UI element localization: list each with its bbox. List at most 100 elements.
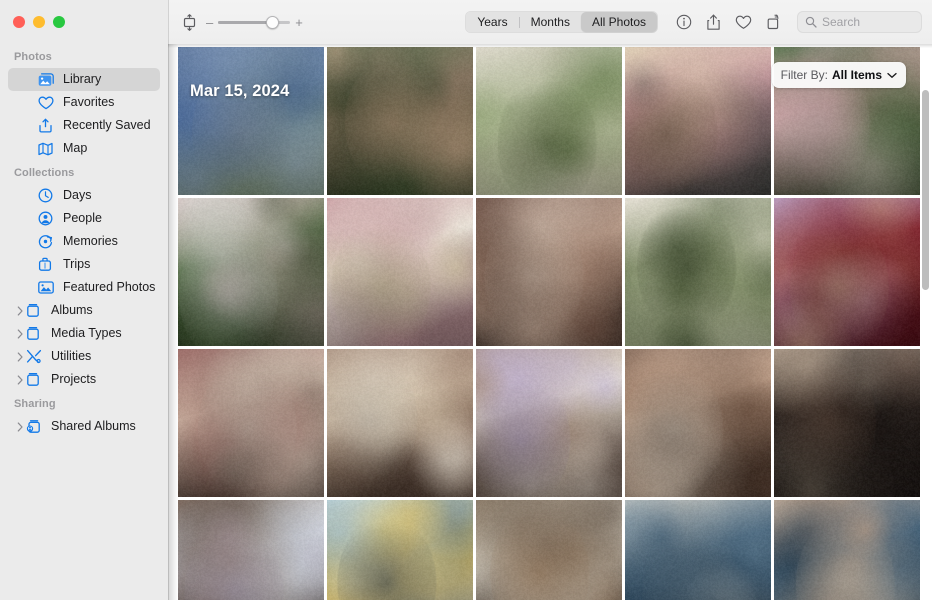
- sidebar-item-media-types[interactable]: Media Types: [8, 322, 160, 345]
- chevron-right-icon[interactable]: [14, 306, 26, 316]
- photo-thumbnail[interactable]: [327, 349, 473, 497]
- vertical-scrollbar[interactable]: [922, 90, 930, 290]
- sidebar-item-favorites[interactable]: Favorites: [8, 91, 160, 114]
- info-icon[interactable]: [676, 14, 692, 30]
- photo-thumbnail[interactable]: [476, 47, 622, 195]
- photo-image: [625, 349, 771, 497]
- photo-image: [327, 349, 473, 497]
- sidebar-item-label: Media Types: [51, 327, 122, 340]
- minimize-button[interactable]: [33, 16, 45, 28]
- sidebar-list: Shared Albums: [0, 415, 168, 438]
- tab-years[interactable]: Years: [466, 12, 518, 32]
- chevron-right-icon[interactable]: [14, 375, 26, 385]
- sidebar-item-label: Albums: [51, 304, 93, 317]
- photo-thumbnail[interactable]: [476, 500, 622, 600]
- photo-thumbnail[interactable]: [327, 47, 473, 195]
- sidebar-item-label: People: [63, 212, 102, 225]
- photo-image: [625, 500, 771, 600]
- toolbar: – + Years Months All Photos Search: [168, 0, 932, 44]
- photo-image: [625, 47, 771, 195]
- photo-image: [625, 198, 771, 346]
- photo-thumbnail[interactable]: [774, 198, 920, 346]
- photo-thumbnail[interactable]: [178, 198, 324, 346]
- sidebar-item-label: Utilities: [51, 350, 91, 363]
- sidebar-item-label: Trips: [63, 258, 90, 271]
- sidebar-item-recently-saved[interactable]: Recently Saved: [8, 114, 160, 137]
- photo-image: [476, 47, 622, 195]
- photo-thumbnail[interactable]: [625, 500, 771, 600]
- sidebar-item-people[interactable]: People: [8, 207, 160, 230]
- rotate-icon[interactable]: [766, 14, 781, 30]
- photo-grid-container[interactable]: Mar 15, 2024 Filter By: All Items: [168, 44, 932, 600]
- photo-image: [476, 349, 622, 497]
- maximize-button[interactable]: [53, 16, 65, 28]
- memories-icon: [38, 234, 58, 249]
- photo-thumbnail[interactable]: [476, 198, 622, 346]
- chevron-down-icon[interactable]: [887, 72, 897, 79]
- chevron-right-icon[interactable]: [14, 422, 26, 432]
- zoom-slider[interactable]: – +: [206, 16, 303, 29]
- zoom-slider-thumb[interactable]: [266, 16, 279, 29]
- search-field[interactable]: Search: [797, 11, 922, 33]
- share-icon[interactable]: [706, 14, 721, 31]
- map-icon: [38, 142, 58, 156]
- view-mode-segmented-control[interactable]: Years Months All Photos: [465, 11, 658, 33]
- filter-by-dropdown[interactable]: Filter By: All Items: [772, 62, 906, 88]
- photo-thumbnail[interactable]: [625, 349, 771, 497]
- photos-app-window: Photos Library Favorites Recently Saved …: [0, 0, 932, 600]
- photo-thumbnail[interactable]: [327, 500, 473, 600]
- photo-grid: [168, 44, 932, 600]
- photo-thumbnail[interactable]: [178, 500, 324, 600]
- main-area: – + Years Months All Photos Search Mar 1…: [168, 0, 932, 600]
- sidebar-item-albums[interactable]: Albums: [8, 299, 160, 322]
- photo-image: [774, 198, 920, 346]
- sidebar-item-memories[interactable]: Memories: [8, 230, 160, 253]
- suitcase-icon: [38, 257, 58, 272]
- sidebar-sections: Photos Library Favorites Recently Saved …: [0, 44, 168, 438]
- sidebar-item-label: Projects: [51, 373, 96, 386]
- sidebar: Photos Library Favorites Recently Saved …: [0, 0, 168, 600]
- photo-thumbnail[interactable]: [178, 47, 324, 195]
- sidebar-item-trips[interactable]: Trips: [8, 253, 160, 276]
- sidebar-item-shared-albums[interactable]: Shared Albums: [8, 415, 160, 438]
- photo-thumbnail[interactable]: [625, 198, 771, 346]
- zoom-in-label[interactable]: +: [295, 16, 303, 29]
- close-button[interactable]: [13, 16, 25, 28]
- sidebar-item-label: Favorites: [63, 96, 114, 109]
- sidebar-item-label: Memories: [63, 235, 118, 248]
- sidebar-item-label: Days: [63, 189, 91, 202]
- sidebar-item-projects[interactable]: Projects: [8, 368, 160, 391]
- photo-thumbnail[interactable]: [625, 47, 771, 195]
- tab-months[interactable]: Months: [520, 12, 581, 32]
- window-controls: [0, 0, 168, 44]
- sidebar-section-header: Photos: [0, 44, 168, 68]
- sidebar-item-label: Shared Albums: [51, 420, 136, 433]
- sidebar-item-utilities[interactable]: Utilities: [8, 345, 160, 368]
- favorite-heart-icon[interactable]: [735, 15, 752, 30]
- photo-image: [476, 198, 622, 346]
- sidebar-item-featured-photos[interactable]: Featured Photos: [8, 276, 160, 299]
- search-input-placeholder[interactable]: Search: [822, 16, 860, 28]
- sidebar-section-header: Collections: [0, 160, 168, 184]
- sidebar-item-map[interactable]: Map: [8, 137, 160, 160]
- chevron-right-icon[interactable]: [14, 352, 26, 362]
- scrollbar-thumb[interactable]: [922, 90, 929, 290]
- photo-thumbnail[interactable]: [774, 500, 920, 600]
- sidebar-item-library[interactable]: Library: [8, 68, 160, 91]
- photo-thumbnail[interactable]: [774, 349, 920, 497]
- filter-by-value: All Items: [832, 68, 882, 82]
- resize-fit-icon[interactable]: [182, 14, 197, 31]
- chevron-right-icon[interactable]: [14, 329, 26, 339]
- tab-all-photos[interactable]: All Photos: [581, 12, 657, 32]
- zoom-out-label[interactable]: –: [206, 16, 213, 29]
- zoom-slider-track[interactable]: [218, 21, 290, 24]
- toolbar-left-group: – +: [182, 14, 303, 31]
- search-icon: [805, 16, 817, 28]
- photo-thumbnail[interactable]: [476, 349, 622, 497]
- album-icon: [26, 303, 46, 318]
- toolbar-action-icons: [676, 14, 781, 31]
- sidebar-item-days[interactable]: Days: [8, 184, 160, 207]
- photo-thumbnail[interactable]: [178, 349, 324, 497]
- photo-thumbnail[interactable]: [327, 198, 473, 346]
- sidebar-section-header: Sharing: [0, 391, 168, 415]
